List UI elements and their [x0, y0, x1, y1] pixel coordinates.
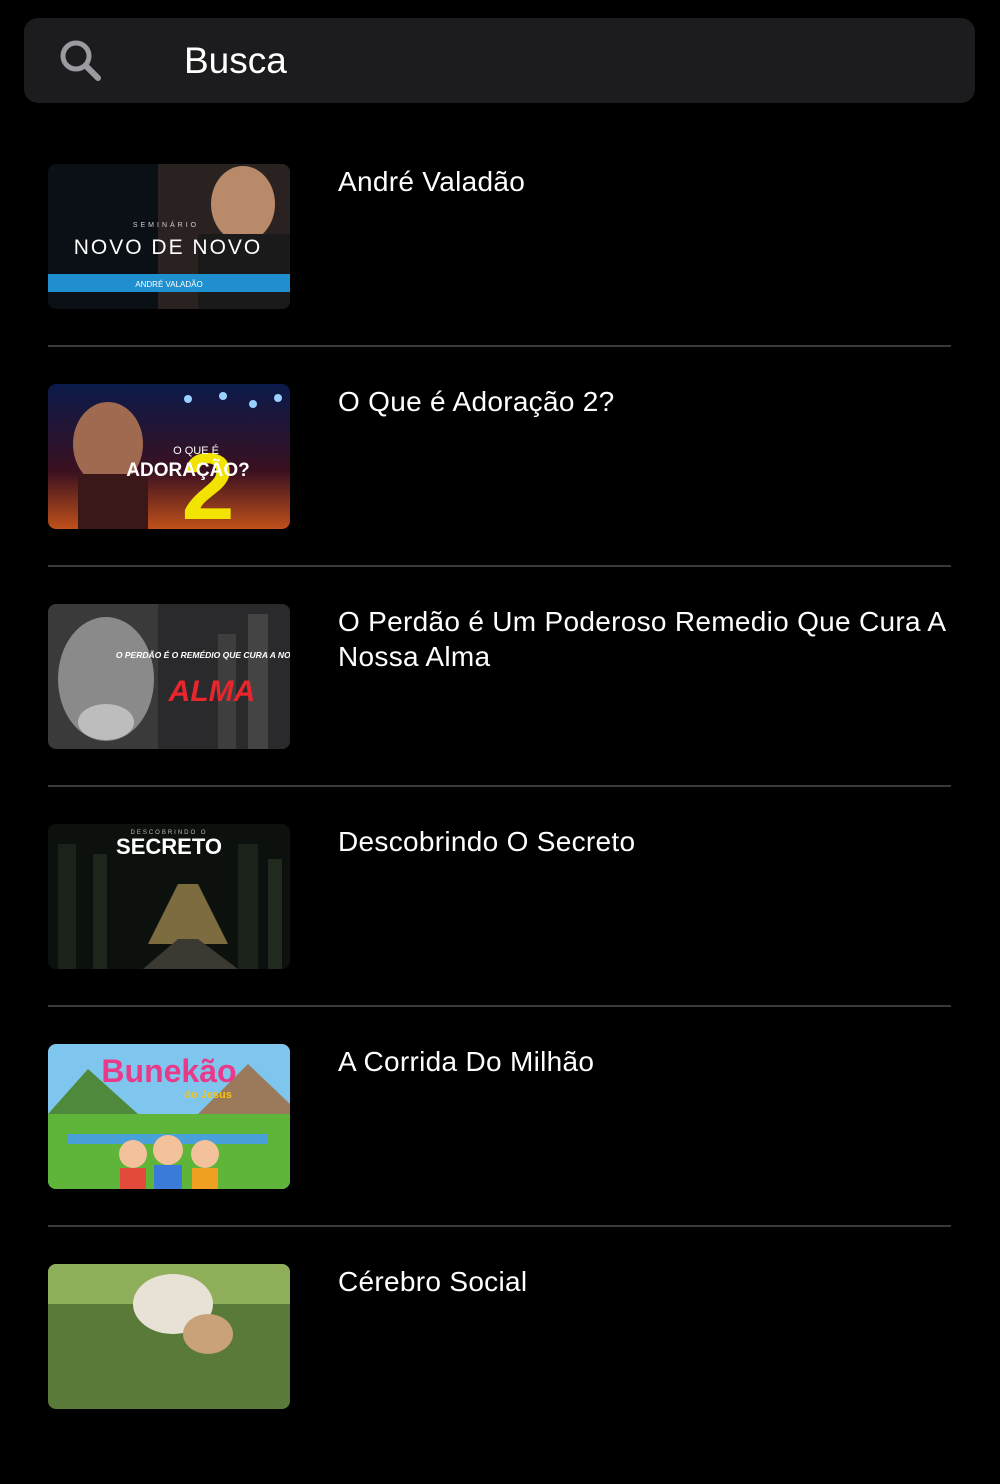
divider — [48, 785, 951, 787]
thumb-sub-text: O PERDÃO É O REMÉDIO QUE CURA A NOSSA — [116, 650, 290, 660]
thumb-title-text: ALMA — [168, 675, 256, 708]
thumb-sub-text: do Jesus — [184, 1089, 232, 1101]
list-item[interactable]: SEMINÁRIO NOVO DE NOVO ANDRÉ VALADÃO And… — [48, 164, 951, 384]
thumbnail: 2 O QUE É ADORAÇÃO? — [48, 384, 290, 529]
search-input[interactable] — [184, 38, 944, 84]
list-item[interactable]: Bunekão do Jesus A Corrida Do Milhão — [48, 1044, 951, 1264]
divider — [48, 1225, 951, 1227]
thumb-title-text: NOVO DE NOVO — [74, 236, 263, 259]
thumbnail: Bunekão do Jesus — [48, 1044, 290, 1189]
thumbnail: DESCOBRINDO O SECRETO — [48, 824, 290, 969]
divider — [48, 345, 951, 347]
divider — [48, 1005, 951, 1007]
search-icon — [60, 40, 101, 81]
item-title: O Que é Adoração 2? — [338, 386, 615, 417]
list-item[interactable]: Cérebro Social — [48, 1264, 951, 1484]
item-title: Descobrindo O Secreto — [338, 826, 636, 857]
thumb-title-text: ADORAÇÃO? — [126, 459, 250, 481]
list-item[interactable]: O PERDÃO É O REMÉDIO QUE CURA A NOSSA AL… — [48, 604, 951, 824]
item-title: André Valadão — [338, 166, 526, 197]
item-title: Cérebro Social — [338, 1266, 528, 1297]
thumb-sub-text: ANDRÉ VALADÃO — [135, 280, 202, 289]
item-title: O Perdão é Um Poderoso Remedio Que Cura … — [338, 606, 945, 672]
list-item[interactable]: 2 O QUE É ADORAÇÃO? O Que é Adoração 2? — [48, 384, 951, 604]
thumbnail: O PERDÃO É O REMÉDIO QUE CURA A NOSSA AL… — [48, 604, 290, 749]
thumb-title-text: SECRETO — [116, 834, 222, 859]
list-item[interactable]: DESCOBRINDO O SECRETO Descobrindo O Secr… — [48, 824, 951, 1044]
divider — [48, 565, 951, 567]
thumbnail — [48, 1264, 290, 1409]
thumbnail: SEMINÁRIO NOVO DE NOVO ANDRÉ VALADÃO — [48, 164, 290, 309]
search-bar[interactable] — [24, 18, 975, 103]
thumb-title-text: Bunekão — [101, 1053, 236, 1089]
thumb-top-text: SEMINÁRIO — [133, 220, 199, 229]
item-title: A Corrida Do Milhão — [338, 1046, 595, 1077]
thumb-sub-text: O QUE É — [173, 444, 219, 457]
